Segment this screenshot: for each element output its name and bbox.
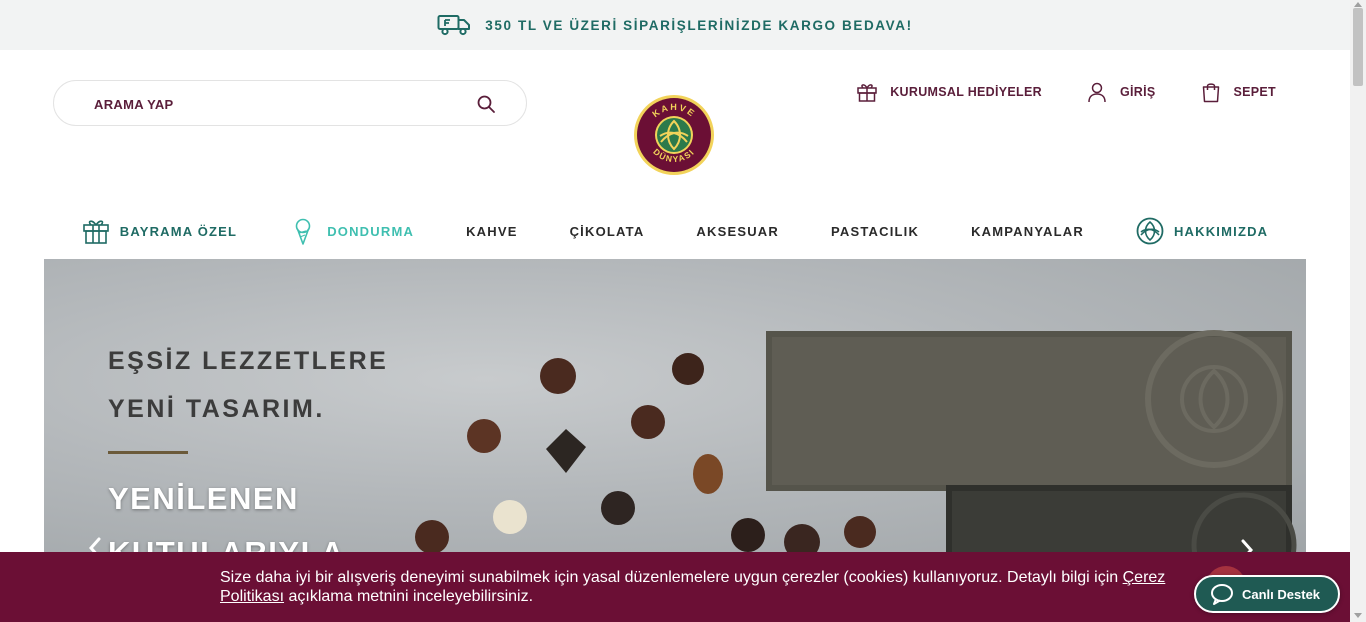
brand-emblem-icon: [1136, 217, 1164, 245]
cart-link[interactable]: SEPET: [1200, 81, 1277, 103]
ice-cream-icon: [295, 218, 311, 245]
cart-label: SEPET: [1233, 85, 1276, 99]
live-support-button[interactable]: Canlı Destek: [1194, 575, 1340, 613]
search-box: [53, 80, 527, 126]
cart-icon: [1202, 83, 1219, 103]
page-scrollbar[interactable]: [1350, 0, 1366, 622]
nav-item-pastacilik[interactable]: PASTACILIK: [805, 212, 945, 250]
hero-headline-2: YENİ TASARIM.: [108, 395, 325, 423]
nav-label: KAHVE: [466, 223, 518, 239]
nav-item-aksesuar[interactable]: AKSESUAR: [670, 212, 805, 250]
nav-label: KAMPANYALAR: [971, 223, 1084, 239]
search-icon[interactable]: [476, 94, 496, 114]
hero-divider: [108, 451, 188, 454]
nav-item-hakkimizda[interactable]: HAKKIMIZDA: [1110, 212, 1294, 250]
chat-bubble-icon: [1211, 584, 1233, 605]
cookie-text: Size daha iyi bir alışveriş deneyimi sun…: [220, 568, 1200, 606]
login-label: GİRİŞ: [1119, 85, 1156, 99]
live-support-label: Canlı Destek: [1242, 586, 1321, 602]
gift-box-icon: [82, 220, 109, 244]
nav-label: AKSESUAR: [696, 223, 779, 239]
nav-label: PASTACILIK: [830, 223, 920, 239]
kahve-dunyasi-logo[interactable]: KAHVE DÜNYASI: [633, 94, 715, 176]
cookie-text-before: Size daha iyi bir alışveriş deneyimi sun…: [220, 569, 1123, 586]
scroll-thumb[interactable]: [1353, 8, 1363, 86]
nav-label: DONDURMA: [327, 223, 415, 239]
cookie-banner: Size daha iyi bir alışveriş deneyimi sun…: [0, 552, 1350, 622]
hero-headline-1: EŞSİZ LEZZETLERE: [108, 347, 389, 375]
nav-label: HAKKIMIZDA: [1173, 223, 1269, 239]
nav-item-dondurma[interactable]: DONDURMA: [263, 212, 440, 250]
search-input[interactable]: [94, 93, 454, 115]
nav-item-cikolata[interactable]: ÇİKOLATA: [544, 212, 671, 250]
nav-item-kampanyalar[interactable]: KAMPANYALAR: [945, 212, 1110, 250]
hero-banner[interactable]: EŞSİZ LEZZETLERE YENİ TASARIM. YENİLENEN…: [44, 259, 1306, 559]
hero-headline-3: YENİLENEN: [108, 481, 299, 516]
nav-label: ÇİKOLATA: [569, 223, 645, 239]
delivery-truck-icon: [437, 15, 471, 36]
scroll-down-arrow-icon[interactable]: [1354, 613, 1362, 618]
page: 350 TL VE ÜZERİ SİPARİŞLERİNİZDE KARGO B…: [0, 0, 1366, 622]
main-nav: BAYRAMA ÖZEL DONDURMA KAHVE ÇİKOLATA AKS…: [0, 212, 1350, 250]
nav-label: BAYRAMA ÖZEL: [119, 223, 238, 239]
promo-bar: 350 TL VE ÜZERİ SİPARİŞLERİNİZDE KARGO B…: [0, 0, 1350, 50]
nav-item-kahve[interactable]: KAHVE: [440, 212, 544, 250]
promo-text: 350 TL VE ÜZERİ SİPARİŞLERİNİZDE KARGO B…: [485, 17, 913, 33]
nav-item-bayrama-ozel[interactable]: BAYRAMA ÖZEL: [56, 212, 263, 250]
corporate-gifts-link[interactable]: KURUMSAL HEDİYELER: [856, 81, 1042, 103]
user-icon: [1088, 82, 1106, 103]
cookie-text-after: açıklama metnini inceleyebilirsiniz.: [284, 588, 534, 605]
gift-icon: [857, 84, 877, 102]
scroll-up-arrow-icon[interactable]: [1354, 2, 1362, 7]
corporate-gifts-label: KURUMSAL HEDİYELER: [890, 85, 1042, 99]
login-link[interactable]: GİRİŞ: [1086, 81, 1156, 103]
header-links: KURUMSAL HEDİYELER GİRİŞ SEPET: [856, 80, 1276, 104]
